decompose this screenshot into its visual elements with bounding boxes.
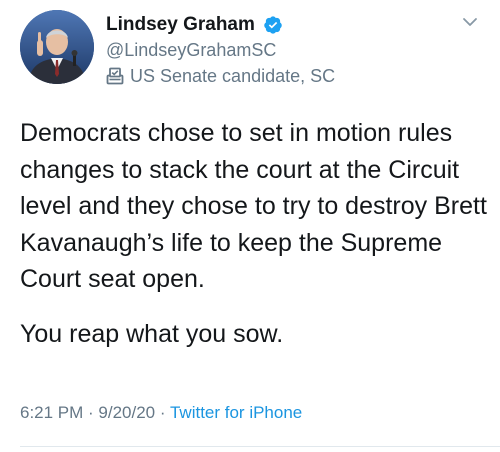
tweet-text: Democrats chose to set in motion rules c…: [20, 115, 490, 352]
divider: [20, 446, 500, 447]
avatar[interactable]: [20, 10, 94, 84]
tweet-paragraph: Democrats chose to set in motion rules c…: [20, 119, 487, 293]
tweet-card: Lindsey Graham @LindseyGrahamSC US Senat…: [0, 0, 500, 452]
chevron-down-icon[interactable]: [460, 12, 480, 32]
tweet-source-link[interactable]: Twitter for iPhone: [170, 403, 302, 422]
ballot-box-icon: [106, 67, 124, 85]
tweet-header: Lindsey Graham @LindseyGrahamSC US Senat…: [20, 10, 490, 90]
account-label-text: US Senate candidate, SC: [130, 66, 336, 86]
author-handle[interactable]: @LindseyGrahamSC: [106, 39, 446, 61]
tweet-paragraph: You reap what you sow.: [20, 319, 284, 348]
account-label: US Senate candidate, SC: [106, 65, 446, 87]
display-name[interactable]: Lindsey Graham: [106, 14, 255, 36]
verified-badge-icon: [263, 15, 283, 35]
tweet-meta: 6:21 PM · 9/20/20 · Twitter for iPhone: [20, 402, 302, 424]
author-block: Lindsey Graham @LindseyGrahamSC US Senat…: [106, 14, 446, 87]
meta-separator: ·: [155, 403, 170, 422]
avatar-image: [20, 10, 94, 84]
tweet-date[interactable]: 9/20/20: [98, 403, 155, 422]
meta-separator: ·: [83, 403, 99, 422]
tweet-time[interactable]: 6:21 PM: [20, 403, 83, 422]
